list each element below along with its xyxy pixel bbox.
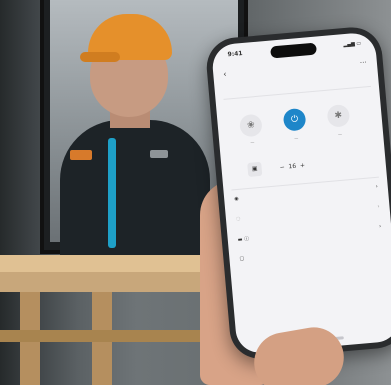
setting-row-three[interactable]: ▬ ⓘ › [237,223,382,244]
status-icons: ▂▄▆ ▭ [343,40,362,49]
back-icon[interactable]: ‹ [223,67,228,83]
person-jacket [60,120,210,270]
more-icon[interactable]: ⋯ [359,54,368,71]
phone-screen: 9:41 ▂▄▆ ▭ ‹ ⋯ ❀ ⏻ ✱ — — — ▣ − 16 + ◉ › … [210,31,391,355]
mode-stepper[interactable]: − 16 + [279,162,305,171]
fan-mode-label: — [250,139,255,145]
chevron-icon: › [378,223,382,230]
photo-scene: 9:41 ▂▄▆ ▭ ‹ ⋯ ❀ ⏻ ✱ — — — ▣ − 16 + ◉ › … [0,0,391,385]
cool-mode-label: — [337,131,343,137]
chevron-icon: › [377,203,380,210]
chevron-icon: › [375,183,378,190]
nav-bar: ‹ ⋯ [213,53,378,83]
row-icon: ▬ [237,236,243,244]
cap-brim [80,52,120,62]
setting-row-two[interactable]: ◌ › [236,204,380,223]
divider [223,85,372,100]
row-icon: ▢ [239,255,245,263]
jacket-logo [70,150,92,160]
fan-mode-button[interactable]: ❀ [238,113,263,138]
row-icon: ◌ [235,215,241,223]
info-icon[interactable]: ⓘ [244,236,250,242]
power-icon: ⏻ [290,114,299,126]
jacket-stripe [108,138,116,248]
status-time: 9:41 [227,50,243,59]
stepper-plus-icon[interactable]: + [300,162,306,169]
mode-icon: ▣ [247,161,263,177]
snow-icon: ✱ [334,110,343,122]
stepper-value: 16 [288,162,297,171]
fan-icon: ❀ [246,120,256,131]
jacket-logo [150,150,168,158]
dynamic-island [270,42,317,59]
setting-row-four[interactable]: ▢ [239,244,383,263]
smartphone: 9:41 ▂▄▆ ▭ ‹ ⋯ ❀ ⏻ ✱ — — — ▣ − 16 + ◉ › … [204,24,391,362]
power-button[interactable]: ⏻ [282,107,307,132]
row-icon: ◉ [234,195,239,203]
power-label: — [293,135,299,141]
cool-mode-button[interactable]: ✱ [326,103,351,128]
stepper-minus-icon[interactable]: − [279,164,285,171]
